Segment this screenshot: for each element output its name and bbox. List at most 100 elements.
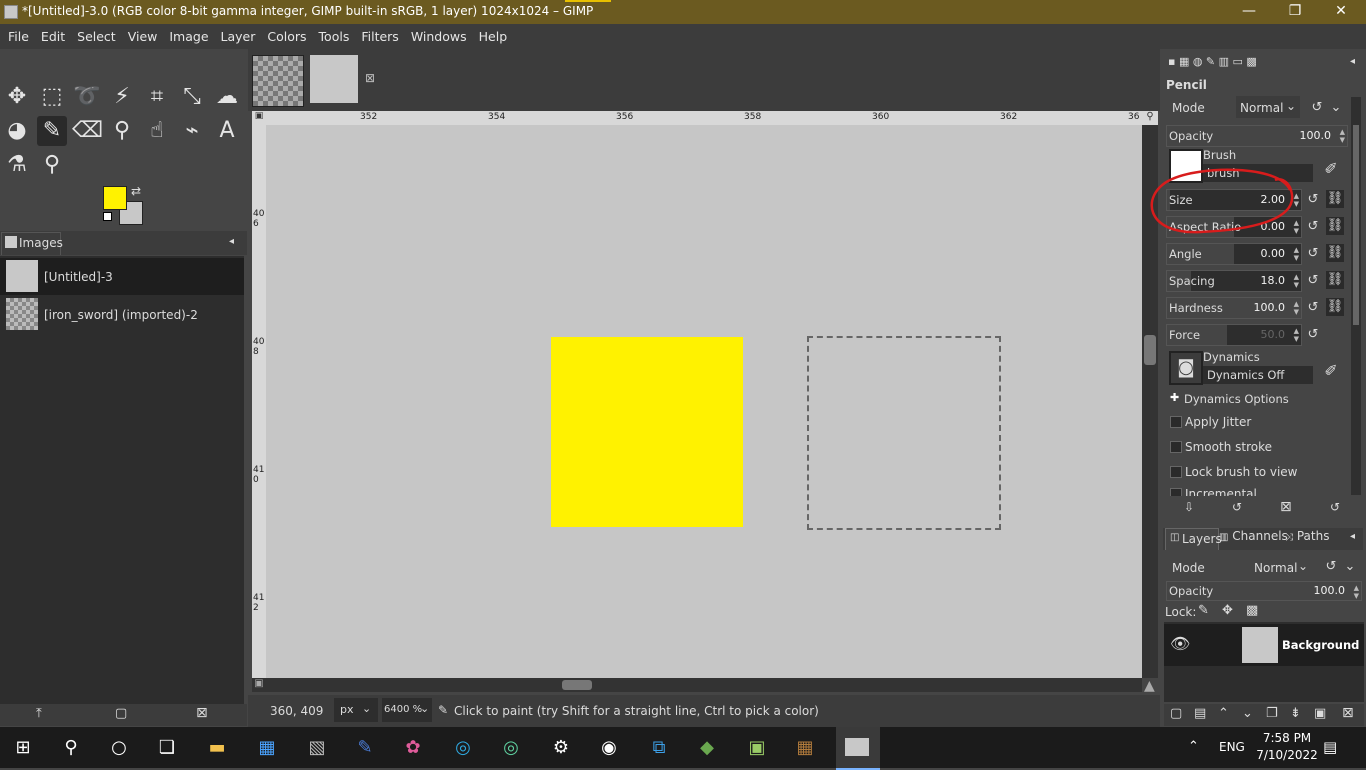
lock-position-icon[interactable]: ✥ — [1222, 603, 1233, 618]
horizontal-scrollbar[interactable] — [266, 678, 1142, 692]
swap-colors-icon[interactable]: ⇄ — [131, 184, 141, 198]
color-picker-tool-icon[interactable]: ⚗ — [2, 150, 32, 180]
cortana-icon[interactable]: ○ — [104, 733, 134, 763]
dynamics-icon[interactable]: ◙ — [1169, 351, 1203, 385]
app-icon[interactable]: ▧ — [302, 733, 332, 763]
unified-transform-tool-icon[interactable]: ⤡ — [177, 82, 207, 112]
slider-hardness[interactable]: Hardness 100.0 ▲ ▼ — [1166, 297, 1302, 319]
eraser-tool-icon[interactable]: ⌫ — [72, 116, 103, 146]
minecraft-icon[interactable]: ◆ — [692, 733, 722, 763]
minecraft-launcher-icon[interactable]: ▣ — [742, 733, 772, 763]
zoom-tool-icon[interactable]: ⚲ — [37, 150, 67, 180]
menu-help[interactable]: Help — [471, 24, 512, 44]
spin-arrows-icon[interactable]: ▲ ▼ — [1294, 300, 1299, 316]
opacity-slider[interactable]: Opacity 100.0 ▲ ▼ — [1166, 125, 1348, 147]
untitled-tab-thumbnail[interactable] — [310, 55, 358, 103]
notification-icon[interactable]: ▤ — [1323, 738, 1337, 756]
restore-button[interactable]: ❐ — [1272, 0, 1318, 24]
link-aspect-ratio-icon[interactable]: ⛓ — [1326, 217, 1344, 235]
warp-transform-tool-icon[interactable]: ☁ — [212, 82, 242, 112]
chevron-up-icon[interactable]: ⌃ — [1188, 739, 1199, 754]
quick-mask-corner[interactable]: ▣ — [252, 111, 266, 125]
paint3d-icon[interactable]: ✿ — [398, 733, 428, 763]
tool-options-scroll-thumb[interactable] — [1353, 125, 1359, 325]
reset-options-icon[interactable]: ↺ — [1330, 500, 1340, 514]
paths-tool-icon[interactable]: ⌁ — [177, 116, 207, 146]
crop-tool-icon[interactable]: ⌗ — [142, 82, 172, 112]
delete-image-icon[interactable]: ⊠ — [196, 705, 208, 721]
spin-arrows-icon[interactable]: ▲ ▼ — [1340, 128, 1345, 144]
iron-sword-tab-thumbnail[interactable] — [252, 55, 304, 107]
lock-pixels-icon[interactable]: ✎ — [1198, 603, 1209, 618]
new-layer-group-icon[interactable]: ▤ — [1194, 706, 1206, 721]
slider-spacing[interactable]: Spacing 18.0 ▲ ▼ — [1166, 270, 1302, 292]
menu-file[interactable]: File — [0, 24, 33, 44]
images-tab[interactable]: Images — [19, 236, 63, 250]
navigate-icon[interactable]: ▲ — [1144, 678, 1155, 694]
reset-spacing-icon[interactable]: ↺ — [1304, 272, 1322, 290]
unit-select[interactable]: px ⌄ — [334, 698, 378, 722]
tool-options-scrollbar[interactable] — [1351, 97, 1361, 495]
dynamics-field[interactable]: Dynamics Off — [1203, 366, 1313, 384]
expander-plus-icon[interactable]: ✚ — [1170, 392, 1180, 403]
edit-brush-icon[interactable]: ✐ — [1322, 160, 1340, 178]
menu-image[interactable]: Image — [161, 24, 212, 44]
layer-mode-select[interactable]: Normal ⌄ — [1250, 556, 1314, 578]
menu-tools[interactable]: Tools — [311, 24, 354, 44]
obs-icon[interactable]: ◉ — [594, 733, 624, 763]
paint-icon[interactable]: ✎ — [350, 733, 380, 763]
new-layer-icon[interactable]: ▢ — [1170, 706, 1182, 721]
reset-angle-icon[interactable]: ↺ — [1304, 245, 1322, 263]
reset-layer-mode-icon[interactable]: ↺ — [1322, 558, 1340, 576]
delete-options-icon[interactable]: ⊠ — [1280, 499, 1292, 515]
store-icon[interactable]: ▦ — [252, 733, 282, 763]
chevron-down-icon[interactable]: ⌄ — [1341, 558, 1359, 576]
reset-mode-icon[interactable]: ↺ — [1308, 99, 1326, 117]
list-item[interactable]: [iron_sword] (imported)-2 — [0, 296, 244, 333]
tab-channels[interactable]: ▥ Channels — [1219, 529, 1288, 543]
zoom-select[interactable]: 6400 % ⌄ — [382, 698, 432, 722]
slider-angle[interactable]: Angle 0.00 ▲ ▼ — [1166, 243, 1302, 265]
smudge-tool-icon[interactable]: ☝ — [142, 116, 172, 146]
edit-dynamics-icon[interactable]: ✐ — [1322, 362, 1340, 380]
link-size-icon[interactable]: ⛓ — [1326, 190, 1344, 208]
windows-start-icon[interactable]: ⊞ — [8, 733, 38, 763]
navigate-corner-icon[interactable]: ▣ — [252, 678, 266, 692]
new-view-icon[interactable]: ▢ — [115, 706, 127, 721]
language-indicator[interactable]: ENG — [1219, 740, 1245, 754]
restore-options-icon[interactable]: ↺ — [1232, 500, 1242, 514]
spin-arrows-icon[interactable]: ▲ ▼ — [1294, 273, 1299, 289]
settings-gear-icon[interactable]: ⚙ — [546, 733, 576, 763]
menu-select[interactable]: Select — [69, 24, 120, 44]
tab-layers[interactable]: ◫ Layers — [1165, 528, 1222, 550]
link-hardness-icon[interactable]: ⛓ — [1326, 298, 1344, 316]
tab-menu-icon[interactable]: ◂ — [229, 236, 234, 247]
clock-time[interactable]: 7:58 PM — [1260, 731, 1314, 745]
task-view-icon[interactable]: ❏ — [152, 733, 182, 763]
menu-layer[interactable]: Layer — [213, 24, 260, 44]
bucket-fill-tool-icon[interactable]: ◕ — [2, 116, 32, 146]
menu-colors[interactable]: Colors — [259, 24, 310, 44]
raise-layer-icon[interactable]: ⌃ — [1218, 706, 1229, 721]
raise-view-icon[interactable]: ⤒ — [36, 706, 42, 721]
reset-hardness-icon[interactable]: ↺ — [1304, 299, 1322, 317]
reset-force-icon[interactable]: ↺ — [1304, 326, 1322, 344]
apply-jitter-checkbox[interactable] — [1170, 416, 1182, 428]
delete-layer-icon[interactable]: ⊠ — [1342, 705, 1354, 721]
eye-visibility-icon[interactable]: 👁 — [1170, 634, 1190, 653]
rect-select-tool-icon[interactable]: ⬚ — [37, 82, 67, 112]
tab-paths[interactable]: ⤨ Paths — [1285, 529, 1329, 543]
duplicate-layer-icon[interactable]: ❐ — [1266, 706, 1278, 721]
pencil-tool-icon[interactable]: ✎ — [37, 116, 67, 146]
move-tool-icon[interactable]: ✥ — [2, 82, 32, 112]
close-tab-icon[interactable]: ⊠ — [365, 71, 375, 85]
layer-mask-icon[interactable]: ▣ — [1314, 706, 1326, 721]
dock-menu-icon[interactable]: ◂ — [1350, 56, 1355, 67]
incremental-checkbox[interactable] — [1170, 488, 1182, 496]
clock-date[interactable]: 7/10/2022 — [1254, 748, 1320, 762]
spin-arrows-icon[interactable]: ▲ ▼ — [1294, 246, 1299, 262]
foreground-color-swatch[interactable] — [103, 186, 127, 210]
layers-menu-icon[interactable]: ◂ — [1350, 531, 1355, 542]
layer-opacity-slider[interactable]: Opacity 100.0 ▲ ▼ — [1166, 581, 1362, 601]
smooth-stroke-checkbox[interactable] — [1170, 441, 1182, 453]
